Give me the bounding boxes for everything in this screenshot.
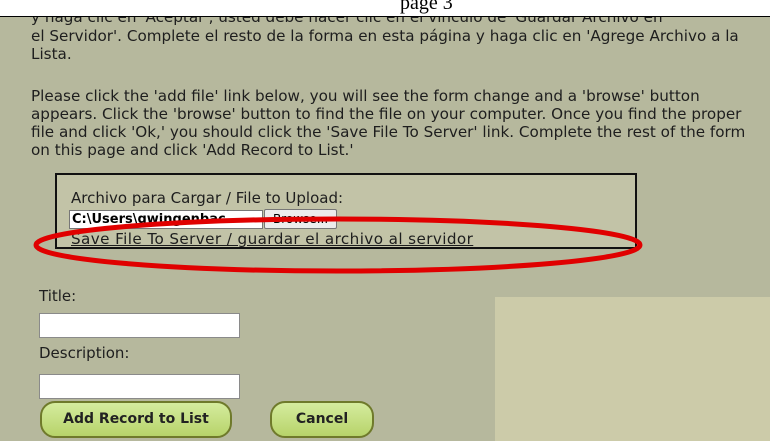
browse-button[interactable]: Browse... [264, 209, 338, 229]
file-upload-panel: Archivo para Cargar / File to Upload: C:… [55, 173, 637, 249]
screenshot-page: page 3 y haga clic en 'Aceptar', usted d… [0, 0, 770, 441]
file-upload-label: Archivo para Cargar / File to Upload: [71, 189, 344, 207]
add-record-to-list-button[interactable]: Add Record to List [40, 401, 232, 438]
instructions-english: Please click the 'add file' link below, … [31, 87, 746, 159]
page-caption: page 3 [400, 0, 453, 14]
instructions-spanish: el Servidor'. Complete el resto de la fo… [31, 27, 739, 63]
description-input[interactable] [39, 374, 240, 399]
description-label: Description: [39, 344, 130, 362]
cancel-button[interactable]: Cancel [270, 401, 374, 438]
form-content-area: y haga clic en 'Aceptar', usted debe hac… [0, 17, 770, 441]
title-input[interactable] [39, 313, 240, 338]
side-panel [495, 297, 770, 441]
title-label: Title: [39, 287, 77, 305]
instructions-spanish-cut-line: y haga clic en 'Aceptar', usted debe hac… [31, 17, 663, 26]
file-path-input[interactable]: C:\Users\gwingenbac [69, 210, 263, 229]
save-file-to-server-link[interactable]: Save File To Server / guardar el archivo… [71, 230, 473, 248]
